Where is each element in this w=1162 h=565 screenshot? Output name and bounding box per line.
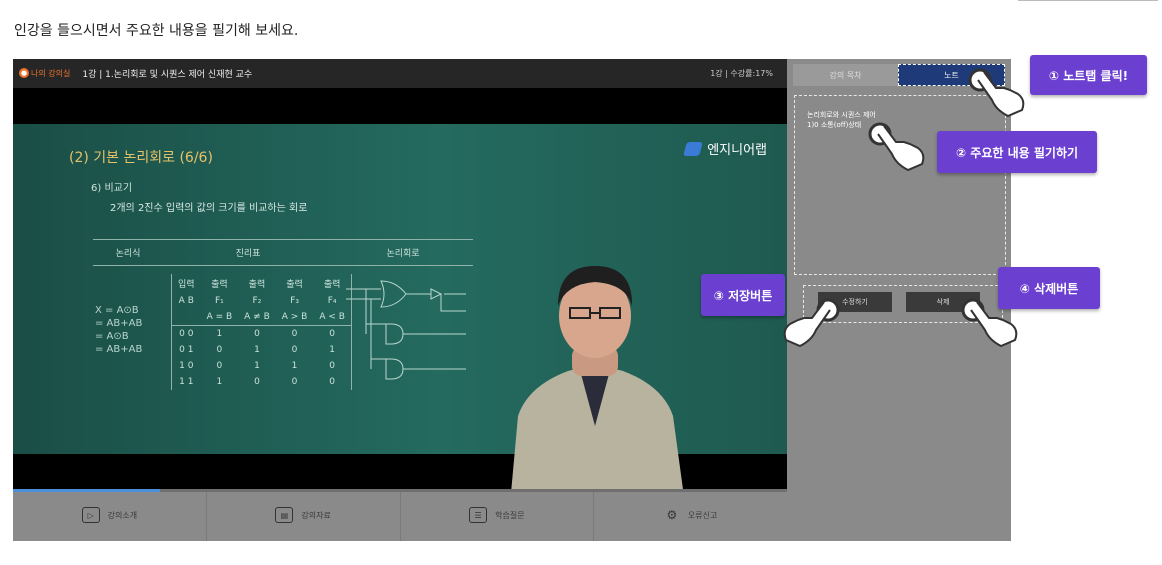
truth-cell: F₂ (252, 296, 262, 306)
formula-line: = AB+AB (95, 318, 143, 329)
truth-cell: 0 0 (179, 329, 194, 339)
menu-label: 오류신고 (687, 510, 718, 520)
truth-cell: 출력 (248, 280, 266, 290)
brand-name: 엔지니어랩 (707, 143, 767, 158)
top-divider (1018, 0, 1158, 1)
truth-cell (172, 309, 201, 326)
calendar-icon: ▤ (275, 507, 294, 523)
menu-label: 강의소개 (107, 510, 138, 520)
callout-note-tab: ① 노트탭 클릭! (1030, 55, 1147, 95)
lecture-title: 1강 | 1.논리회로 및 시퀀스 제어 신재현 교수 (82, 70, 253, 80)
truth-cell: 0 (216, 345, 223, 355)
list-icon: ☰ (469, 507, 488, 523)
formula-line: X = A⊙B (95, 305, 139, 316)
truth-cell: 1 (291, 361, 298, 371)
hand-pointer-icon (968, 68, 1025, 118)
progress-text: 1강 | 수강률:17% (710, 69, 773, 78)
brand-mark-icon (683, 141, 704, 156)
col-header: 논리회로 (333, 239, 473, 266)
callout-save-button: ③ 저장버튼 (701, 274, 785, 316)
gear-icon: ⚙ (666, 508, 678, 522)
logic-circuit-diagram (346, 280, 466, 380)
progress-fill (13, 489, 161, 492)
truth-cell: 0 (216, 361, 223, 371)
instruction-text: 인강을 들으시면서 주요한 내용을 필기해 보세요. (14, 23, 299, 39)
truth-cell: 0 (291, 377, 298, 387)
truth-cell: A = B (206, 312, 233, 322)
logic-formula: X = A⊙B = AB+AB = A⊙B = AB+AB (95, 304, 142, 356)
player-controls: ▷ 강의소개 ▤ 강의자료 ☰ 학습질문 ⚙ 오류신고 (13, 489, 787, 541)
menu-label: 강의자료 (301, 510, 331, 520)
presenter-image (511, 266, 683, 489)
lecture-slide: (2) 기본 논리회로 (6/6) 엔지니어랩 6) 비교기 2개의 2진수 입… (13, 124, 787, 489)
truth-cell: 1 (254, 361, 260, 371)
truth-cell: A > B (281, 312, 308, 322)
menu-error-report[interactable]: ⚙ 오류신고 (594, 489, 787, 541)
truth-cell: 입력 (178, 280, 195, 290)
truth-cell: 0 1 (179, 345, 194, 355)
menu-lecture-materials[interactable]: ▤ 강의자료 (207, 489, 401, 541)
slide-description: 2개의 2진수 입력의 값의 크기를 비교하는 회로 (110, 203, 308, 214)
truth-cell: 1 (216, 377, 223, 387)
hand-pointer-icon (783, 298, 840, 348)
truth-cell: 출력 (211, 280, 228, 290)
menu-label: 학습질문 (495, 510, 525, 520)
truth-cell: 출력 (286, 280, 303, 290)
truth-cell: 0 (291, 345, 298, 355)
play-icon: ▷ (81, 507, 100, 523)
truth-cell: F₃ (290, 296, 299, 306)
menu-study-question[interactable]: ☰ 학습질문 (401, 489, 595, 541)
my-room-icon: ● (19, 68, 29, 78)
slide-title: (2) 기본 논리회로 (6/6) (69, 150, 213, 166)
truth-cell: 1 1 (179, 377, 194, 387)
truth-cell: 0 (254, 377, 260, 387)
col-header: 진리표 (163, 239, 333, 266)
truth-cell: 0 (291, 329, 298, 339)
truth-cell: F₁ (214, 296, 224, 306)
truth-cell: 0 (254, 329, 260, 339)
truth-cell: A B (178, 296, 194, 306)
player-header: ● 나의 강의실 1강 | 1.논리회로 및 시퀀스 제어 신재현 교수 1강 … (13, 59, 787, 88)
truth-cell: 1 (216, 329, 223, 339)
progress-bar[interactable] (13, 489, 787, 492)
truth-table: 입력 출력 출력 출력 출력 A B F₁ F₂ F₃ F₄ A = B A ≠… (171, 274, 352, 390)
truth-cell: 1 0 (179, 361, 194, 371)
formula-line: = A⊙B (95, 331, 129, 342)
brand-logo: 엔지니어랩 (683, 139, 767, 158)
hand-pointer-icon (868, 122, 925, 172)
callout-write-notes: ② 주요한 내용 필기하기 (937, 131, 1097, 173)
menu-lecture-intro[interactable]: ▷ 강의소개 (13, 489, 207, 541)
formula-line: = AB+AB (95, 344, 143, 355)
my-room-badge[interactable]: 나의 강의실 (31, 68, 70, 79)
tab-lecture-toc[interactable]: 강의 목차 (793, 64, 898, 86)
col-header: 논리식 (93, 239, 163, 266)
truth-cell: 1 (254, 345, 260, 355)
video-area[interactable]: (2) 기본 논리회로 (6/6) 엔지니어랩 6) 비교기 2개의 2진수 입… (13, 88, 787, 489)
truth-cell: A ≠ B (244, 312, 270, 322)
comparator-table: 논리식 진리표 논리회로 (93, 239, 473, 266)
slide-subtitle: 6) 비교기 (91, 183, 133, 194)
hand-pointer-icon (961, 298, 1018, 348)
